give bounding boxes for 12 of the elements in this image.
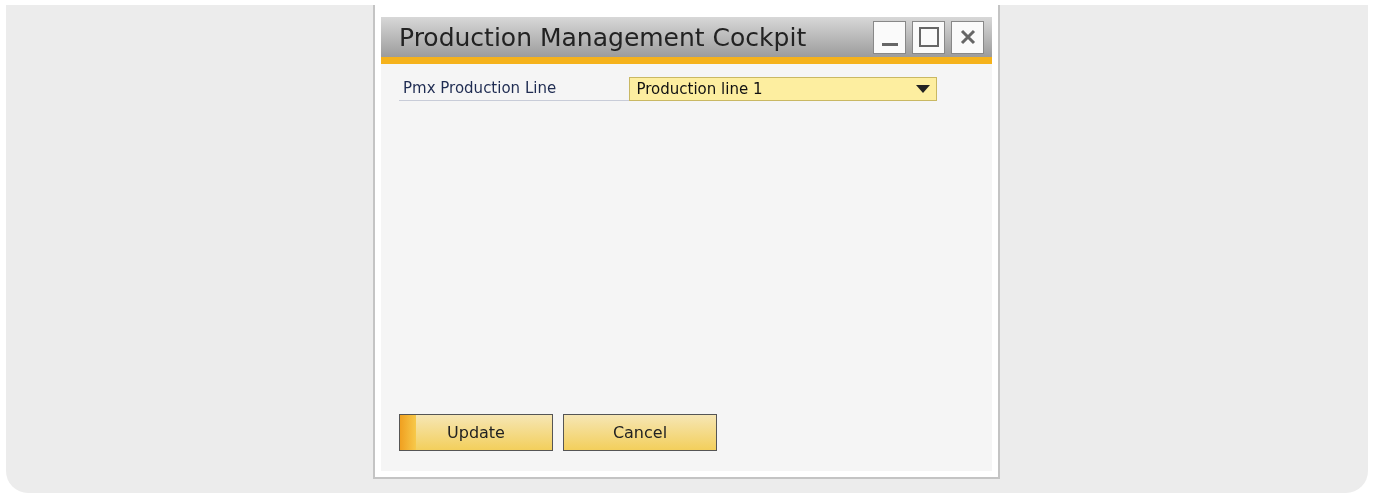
close-button[interactable] (951, 20, 984, 54)
minimize-icon (881, 42, 898, 46)
maximize-button[interactable] (912, 20, 945, 54)
dropdown-caret-icon (916, 85, 930, 93)
field-label: Pmx Production Line (399, 77, 630, 101)
production-line-dropdown[interactable]: Production line 1 (629, 77, 937, 101)
update-button[interactable]: Update (399, 414, 553, 451)
cancel-button[interactable]: Cancel (563, 414, 717, 451)
minimize-button[interactable] (873, 20, 906, 54)
close-icon (959, 29, 976, 45)
window-title: Production Management Cockpit (399, 22, 808, 52)
maximize-icon (917, 26, 940, 48)
